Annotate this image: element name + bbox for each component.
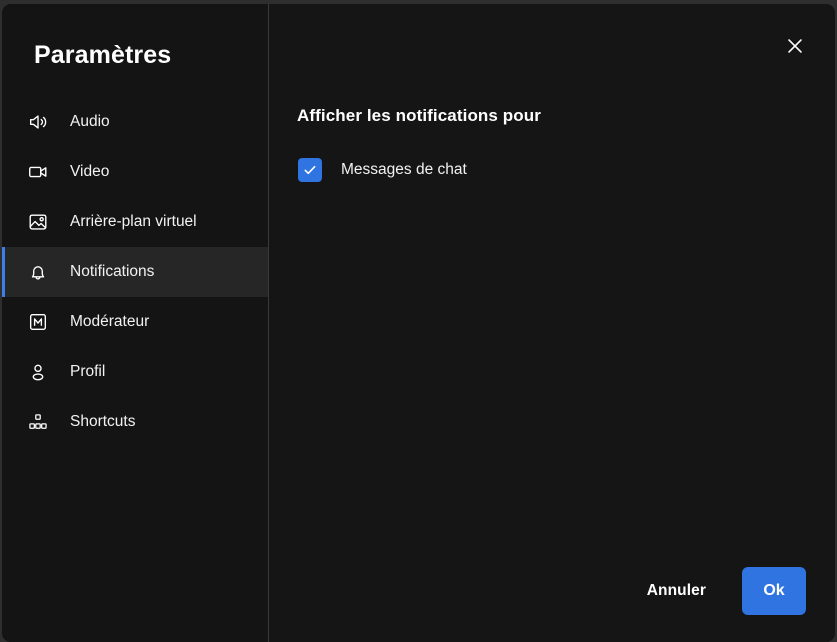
close-button[interactable] bbox=[782, 35, 808, 61]
section-heading: Afficher les notifications pour bbox=[297, 106, 541, 125]
sidebar-item-label: Audio bbox=[70, 113, 110, 131]
settings-nav: Audio Video Arrière-plan virtuel Notific… bbox=[2, 97, 268, 447]
settings-content-panel: Afficher les notifications pour Messages… bbox=[269, 4, 835, 642]
sidebar-item-label: Profil bbox=[70, 363, 106, 381]
settings-sidebar: Paramètres Audio Video Arrière-plan virt… bbox=[2, 4, 269, 642]
shortcuts-icon bbox=[26, 410, 50, 434]
checkmark-icon bbox=[302, 162, 318, 178]
sidebar-item-label: Notifications bbox=[70, 263, 155, 281]
settings-dialog: Paramètres Audio Video Arrière-plan virt… bbox=[2, 4, 835, 642]
person-icon bbox=[26, 360, 50, 384]
video-camera-icon bbox=[26, 160, 50, 184]
bell-icon bbox=[26, 260, 50, 284]
chat-messages-checkbox[interactable] bbox=[298, 158, 322, 182]
sidebar-item-label: Modérateur bbox=[70, 313, 150, 331]
sidebar-item-label: Video bbox=[70, 163, 110, 181]
sidebar-item-moderator[interactable]: Modérateur bbox=[2, 297, 268, 347]
option-label: Messages de chat bbox=[341, 161, 467, 178]
ok-button[interactable]: Ok bbox=[742, 567, 806, 615]
close-icon bbox=[784, 35, 806, 62]
option-chat-messages[interactable]: Messages de chat bbox=[298, 158, 467, 182]
sidebar-item-audio[interactable]: Audio bbox=[2, 97, 268, 147]
sidebar-item-notifications[interactable]: Notifications bbox=[2, 247, 268, 297]
dialog-footer: Annuler Ok bbox=[633, 567, 806, 615]
page-title: Paramètres bbox=[34, 41, 172, 69]
cancel-button[interactable]: Annuler bbox=[633, 572, 720, 610]
sidebar-item-virtual-background[interactable]: Arrière-plan virtuel bbox=[2, 197, 268, 247]
moderator-m-icon bbox=[26, 310, 50, 334]
image-icon bbox=[26, 210, 50, 234]
sidebar-item-profile[interactable]: Profil bbox=[2, 347, 268, 397]
sidebar-item-video[interactable]: Video bbox=[2, 147, 268, 197]
sidebar-item-label: Shortcuts bbox=[70, 413, 136, 431]
sidebar-item-label: Arrière-plan virtuel bbox=[70, 213, 197, 231]
speaker-icon bbox=[26, 110, 50, 134]
sidebar-item-shortcuts[interactable]: Shortcuts bbox=[2, 397, 268, 447]
